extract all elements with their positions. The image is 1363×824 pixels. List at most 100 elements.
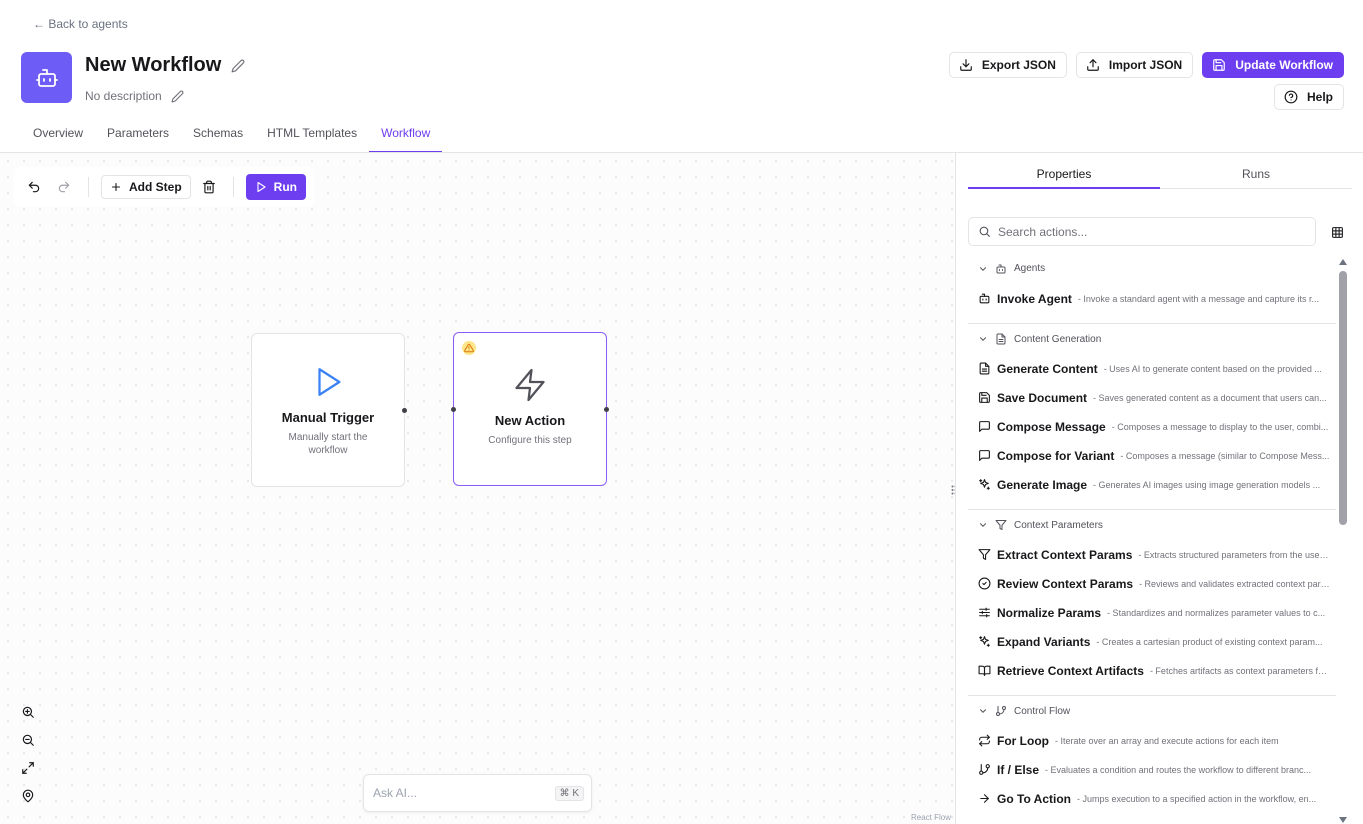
- back-to-agents-link[interactable]: ← Back to agents: [33, 17, 128, 31]
- action-description: - Jumps execution to a specified action …: [1077, 793, 1317, 804]
- action-description: - Generates AI images using image genera…: [1093, 479, 1321, 490]
- manual-trigger-node[interactable]: Manual Trigger Manually start the workfl…: [251, 333, 407, 487]
- action-description: - Standardizes and normalizes parameter …: [1107, 607, 1326, 618]
- tab-workflow[interactable]: Workflow: [369, 118, 443, 153]
- message-square-icon: [979, 450, 990, 461]
- action-name: Normalize Params: [997, 605, 1102, 620]
- category-context-parameters: Context Parameters Extract Context Param…: [968, 509, 1336, 695]
- ask-ai-box[interactable]: ⌘ K: [363, 774, 592, 812]
- help-label: Help: [1306, 90, 1333, 104]
- action-item-invoke-agent[interactable]: Invoke Agent - Invoke a standard agent w…: [968, 284, 1336, 313]
- fit-view-button[interactable]: [14, 754, 42, 782]
- tab-runs[interactable]: Runs: [1160, 161, 1352, 189]
- add-step-button[interactable]: Add Step: [101, 175, 191, 199]
- category-header[interactable]: Agents: [968, 253, 1336, 284]
- import-json-button[interactable]: Import JSON: [1075, 52, 1194, 78]
- bot-icon: [979, 293, 990, 304]
- action-description: - Creates a cartesian product of existin…: [1096, 636, 1323, 647]
- action-name: For Loop: [997, 733, 1049, 748]
- node-title: Manual Trigger: [281, 410, 375, 425]
- zoom-controls: [14, 698, 42, 810]
- category-name: Agents: [1014, 263, 1046, 274]
- action-item-compose-message[interactable]: Compose Message - Composes a message to …: [968, 412, 1336, 441]
- help-button[interactable]: Help: [1273, 84, 1344, 110]
- arrow-right-icon: [980, 794, 989, 803]
- sparkles-icon: [979, 479, 990, 490]
- search-input[interactable]: [998, 224, 1298, 239]
- redo-button[interactable]: [52, 175, 76, 199]
- action-item-go-to-action[interactable]: Go To Action - Jumps execution to a spec…: [968, 784, 1336, 813]
- category-header[interactable]: Context Parameters: [968, 509, 1336, 540]
- react-flow-attribution[interactable]: React Flow: [911, 813, 951, 822]
- action-search[interactable]: [968, 217, 1316, 246]
- delete-step-button[interactable]: [197, 175, 221, 199]
- main-tabs: Overview Parameters Schemas HTML Templat…: [21, 118, 443, 153]
- file-text-icon: [996, 333, 1006, 345]
- action-item-extract-context-params[interactable]: Extract Context Params - Extracts struct…: [968, 540, 1336, 569]
- play-icon: [257, 181, 266, 193]
- expand-icon: [22, 762, 34, 774]
- toolbar-divider: [88, 177, 89, 197]
- category-header[interactable]: Content Generation: [968, 323, 1336, 354]
- ask-ai-input[interactable]: [373, 786, 543, 800]
- action-name: Compose for Variant: [997, 448, 1115, 463]
- grid-icon: [1331, 226, 1343, 238]
- workflow-canvas[interactable]: Add Step Run Manual Trigger Manually sta…: [0, 153, 954, 824]
- edit-description-icon[interactable]: [171, 90, 184, 103]
- action-name: Generate Image: [997, 477, 1088, 492]
- save-icon: [1213, 59, 1226, 71]
- export-json-button[interactable]: Export JSON: [948, 52, 1067, 78]
- update-workflow-button[interactable]: Update Workflow: [1202, 52, 1344, 78]
- git-branch-icon: [996, 706, 1006, 716]
- chevron-down-icon: [980, 709, 986, 713]
- chevron-down-icon: [980, 523, 986, 527]
- run-button[interactable]: Run: [245, 174, 306, 200]
- zap-icon: [512, 367, 548, 403]
- scroll-thumb[interactable]: [1339, 271, 1347, 525]
- new-action-node[interactable]: New Action Configure this step: [451, 332, 609, 486]
- tab-html-templates[interactable]: HTML Templates: [255, 118, 369, 153]
- book-open-icon: [978, 665, 991, 676]
- edit-title-icon[interactable]: [231, 59, 245, 73]
- category-header[interactable]: Control Flow: [968, 695, 1336, 726]
- upload-icon: [1087, 59, 1099, 71]
- tab-properties[interactable]: Properties: [968, 161, 1160, 189]
- chevron-down-icon: [980, 337, 986, 341]
- node-subtitle: Configure this step: [488, 435, 572, 446]
- zoom-out-button[interactable]: [14, 726, 42, 754]
- input-handle[interactable]: [451, 407, 456, 412]
- output-handle[interactable]: [604, 407, 609, 412]
- action-item-generate-content[interactable]: Generate Content - Uses AI to generate c…: [968, 354, 1336, 383]
- grid-view-toggle[interactable]: [1328, 223, 1346, 241]
- undo-button[interactable]: [22, 175, 46, 199]
- action-list-scrollbar[interactable]: [1338, 257, 1348, 824]
- output-handle[interactable]: [402, 408, 407, 413]
- tab-schemas[interactable]: Schemas: [181, 118, 255, 153]
- action-item-normalize-params[interactable]: Normalize Params - Standardizes and norm…: [968, 598, 1336, 627]
- action-item-if-else[interactable]: If / Else - Evaluates a condition and ro…: [968, 755, 1336, 784]
- action-name: Save Document: [997, 390, 1088, 405]
- action-name: Invoke Agent: [997, 291, 1072, 306]
- tab-parameters[interactable]: Parameters: [95, 118, 181, 153]
- action-item-generate-image[interactable]: Generate Image - Generates AI images usi…: [968, 470, 1336, 499]
- scroll-up-arrow[interactable]: [1339, 259, 1347, 265]
- scroll-down-arrow[interactable]: [1339, 817, 1347, 823]
- toolbar-divider: [232, 177, 234, 197]
- zoom-in-button[interactable]: [14, 698, 42, 726]
- action-item-save-document[interactable]: Save Document - Saves generated content …: [968, 383, 1336, 412]
- locate-button[interactable]: [14, 782, 42, 810]
- action-name: Expand Variants: [997, 634, 1091, 649]
- action-description: - Iterate over an array and execute acti…: [1054, 735, 1279, 746]
- header-actions: Export JSON Import JSON Update Workflow: [948, 52, 1344, 78]
- canvas-toolbar: Add Step Run: [14, 167, 314, 207]
- repeat-icon: [979, 734, 990, 747]
- action-item-expand-variants[interactable]: Expand Variants - Creates a cartesian pr…: [968, 627, 1336, 656]
- action-item-review-context-params[interactable]: Review Context Params - Reviews and vali…: [968, 569, 1336, 598]
- action-item-retrieve-context-artifacts[interactable]: Retrieve Context Artifacts - Fetches art…: [968, 656, 1336, 685]
- category-name: Control Flow: [1014, 705, 1071, 717]
- properties-panel: Properties Runs Agents Invoke Agent - In…: [955, 153, 1363, 824]
- tab-overview[interactable]: Overview: [21, 118, 95, 153]
- action-item-compose-for-variant[interactable]: Compose for Variant - Composes a message…: [968, 441, 1336, 470]
- panel-tabs: Properties Runs: [968, 161, 1352, 189]
- action-item-for-loop[interactable]: For Loop - Iterate over an array and exe…: [968, 726, 1336, 755]
